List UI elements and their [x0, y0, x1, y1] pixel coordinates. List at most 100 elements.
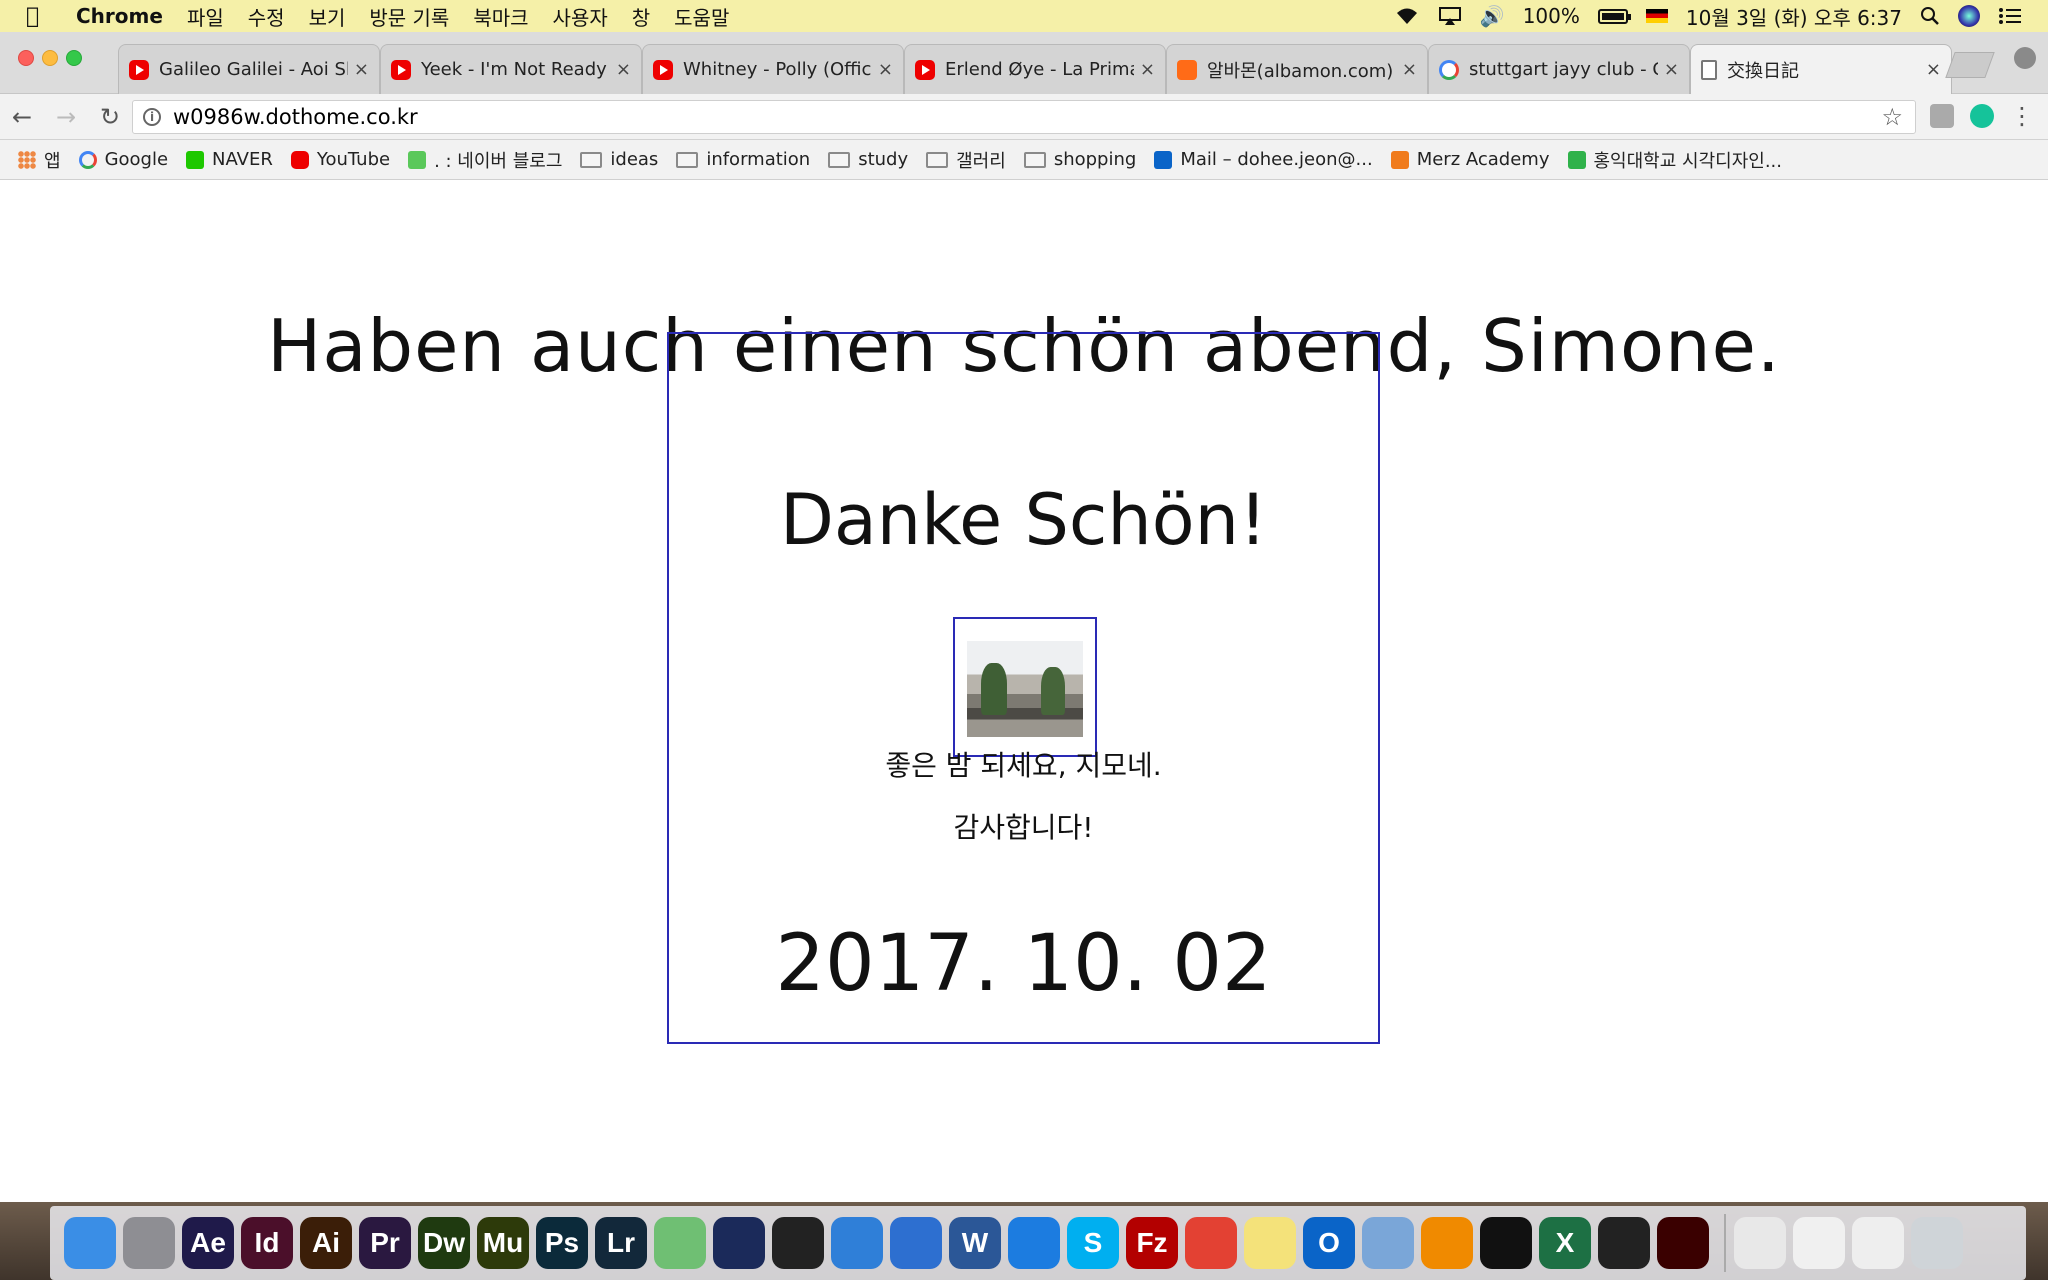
bookmark-merz-academy[interactable]: Merz Academy: [1390, 149, 1550, 170]
tab-albamon[interactable]: 알바몬(albamon.com) | ×: [1166, 44, 1428, 94]
tab-erlend-oye[interactable]: Erlend Øye - La Prima E ×: [904, 44, 1166, 94]
wifi-icon[interactable]: [1394, 6, 1420, 26]
tab-yeek[interactable]: Yeek - I'm Not Ready ( ×: [380, 44, 642, 94]
bookmark-folder-ideas[interactable]: ideas: [580, 149, 658, 170]
premiere-icon[interactable]: Pr: [359, 1217, 411, 1269]
menu-app-name[interactable]: Chrome: [76, 4, 163, 28]
indesign-icon[interactable]: Id: [241, 1217, 293, 1269]
bookmark-naver[interactable]: NAVER: [186, 149, 273, 170]
bookmark-naver-blog[interactable]: . : 네이버 블로그: [408, 147, 562, 173]
bookmark-hongik[interactable]: 홍익대학교 시각디자인...: [1567, 147, 1782, 173]
vlc-icon[interactable]: [1421, 1217, 1473, 1269]
apple-menu-icon[interactable]: : [26, 4, 56, 29]
after-effects-icon[interactable]: Ae: [182, 1217, 234, 1269]
exec-icon[interactable]: [1480, 1217, 1532, 1269]
grammarly-icon[interactable]: [1970, 104, 1994, 128]
cinema4d-icon[interactable]: [713, 1217, 765, 1269]
volume-icon[interactable]: 🔊: [1480, 4, 1505, 28]
menu-file[interactable]: 파일: [187, 2, 224, 31]
excel-icon[interactable]: X: [1539, 1217, 1591, 1269]
bookmark-folder-study[interactable]: study: [828, 149, 908, 170]
bookmark-google[interactable]: Google: [78, 149, 168, 170]
bookmark-mail[interactable]: Mail – dohee.jeon@...: [1154, 149, 1373, 170]
muse-icon[interactable]: Mu: [477, 1217, 529, 1269]
airplay-icon[interactable]: [1438, 6, 1462, 26]
address-bar[interactable]: i w0986w.dothome.co.kr ☆: [132, 100, 1916, 134]
notes-icon[interactable]: [1244, 1217, 1296, 1269]
photoshop-icon[interactable]: Ps: [536, 1217, 588, 1269]
chrome-menu-icon[interactable]: ⋮: [2010, 102, 2034, 130]
notification-center-icon[interactable]: [1998, 6, 2022, 26]
atom-icon[interactable]: [654, 1217, 706, 1269]
spotlight-search-icon[interactable]: [1920, 6, 1940, 26]
bookmark-folder-shopping[interactable]: shopping: [1023, 149, 1136, 170]
menu-people[interactable]: 사용자: [553, 2, 608, 31]
acrobat-icon[interactable]: [1657, 1217, 1709, 1269]
documents-icon[interactable]: [890, 1217, 942, 1269]
bookmark-label: 앱: [44, 150, 61, 172]
tab-title: Whitney - Polly (Officia: [683, 59, 872, 80]
info-icon[interactable]: i: [143, 108, 161, 126]
new-tab-button[interactable]: [1945, 52, 1995, 78]
pdf-doc-icon[interactable]: [1852, 1217, 1904, 1269]
bookmark-youtube[interactable]: YouTube: [290, 149, 390, 170]
menu-help[interactable]: 도움말: [674, 2, 729, 31]
filezilla-icon[interactable]: Fz: [1126, 1217, 1178, 1269]
menu-edit[interactable]: 수정: [248, 2, 285, 31]
back-arrow-icon[interactable]: ←: [0, 103, 44, 131]
safari-icon[interactable]: [1008, 1217, 1060, 1269]
menu-view[interactable]: 보기: [309, 2, 346, 31]
german-flag-icon[interactable]: [1645, 9, 1668, 23]
excel-doc-icon[interactable]: [1734, 1217, 1786, 1269]
bookmark-label: . : 네이버 블로그: [434, 150, 563, 172]
menu-bookmarks[interactable]: 북마크: [473, 2, 528, 31]
extension-icon[interactable]: [1930, 104, 1954, 128]
tab-close-icon[interactable]: ×: [1926, 59, 1941, 80]
tab-exchange-diary-active[interactable]: 交換日記 ×: [1690, 44, 1952, 94]
pixelmator-icon[interactable]: [772, 1217, 824, 1269]
profile-icon[interactable]: [2014, 47, 2036, 69]
reload-icon[interactable]: ↻: [88, 103, 132, 131]
menubar-clock[interactable]: 10월 3일 (화) 오후 6:37: [1686, 2, 1902, 31]
window-close-button[interactable]: [18, 50, 34, 66]
tab-whitney[interactable]: Whitney - Polly (Officia ×: [642, 44, 904, 94]
tab-close-icon[interactable]: ×: [616, 59, 631, 80]
terminal-icon[interactable]: [1598, 1217, 1650, 1269]
word-icon[interactable]: W: [949, 1217, 1001, 1269]
preview-icon[interactable]: [1362, 1217, 1414, 1269]
tab-galileo-galilei[interactable]: Galileo Galilei - Aoi Shi ×: [118, 44, 380, 94]
siri-icon[interactable]: [1958, 5, 1980, 27]
tab-close-icon[interactable]: ×: [354, 59, 369, 80]
tab-close-icon[interactable]: ×: [1664, 59, 1679, 80]
launchpad-icon[interactable]: [123, 1217, 175, 1269]
menu-window[interactable]: 창: [632, 2, 650, 31]
bookmark-star-icon[interactable]: ☆: [1881, 103, 1903, 131]
tab-close-icon[interactable]: ×: [1402, 59, 1417, 80]
document-icon: [1701, 59, 1717, 80]
sketch-icon[interactable]: [831, 1217, 883, 1269]
battery-icon[interactable]: [1597, 8, 1631, 24]
window-minimize-button[interactable]: [42, 50, 58, 66]
file-doc-icon[interactable]: [1793, 1217, 1845, 1269]
illustrator-icon[interactable]: Ai: [300, 1217, 352, 1269]
window-zoom-button[interactable]: [66, 50, 82, 66]
tab-close-icon[interactable]: ×: [878, 59, 893, 80]
address-url[interactable]: w0986w.dothome.co.kr: [173, 105, 418, 129]
tab-close-icon[interactable]: ×: [1140, 59, 1155, 80]
dreamweaver-icon[interactable]: Dw: [418, 1217, 470, 1269]
bookmark-folder-gallery[interactable]: 갤러리: [926, 147, 1006, 173]
bookmark-apps[interactable]: 앱: [18, 147, 61, 173]
forward-arrow-icon[interactable]: →: [44, 103, 88, 131]
outlook-icon[interactable]: O: [1303, 1217, 1355, 1269]
tab-stuttgart-search[interactable]: stuttgart jayy club - Go ×: [1428, 44, 1690, 94]
skype-icon[interactable]: S: [1067, 1217, 1119, 1269]
bookmark-folder-information[interactable]: information: [676, 149, 810, 170]
tab-title: 交換日記: [1727, 60, 1799, 82]
korean-thanks: 감사합니다!: [953, 811, 1094, 844]
trash-icon[interactable]: [1911, 1217, 1963, 1269]
finder-icon[interactable]: [64, 1217, 116, 1269]
menu-history[interactable]: 방문 기록: [369, 2, 449, 31]
lightroom-icon[interactable]: Lr: [595, 1217, 647, 1269]
bookmarks-bar: 앱 Google NAVER YouTube . : 네이버 블로그 ideas…: [0, 140, 2048, 180]
chrome-icon[interactable]: [1185, 1217, 1237, 1269]
